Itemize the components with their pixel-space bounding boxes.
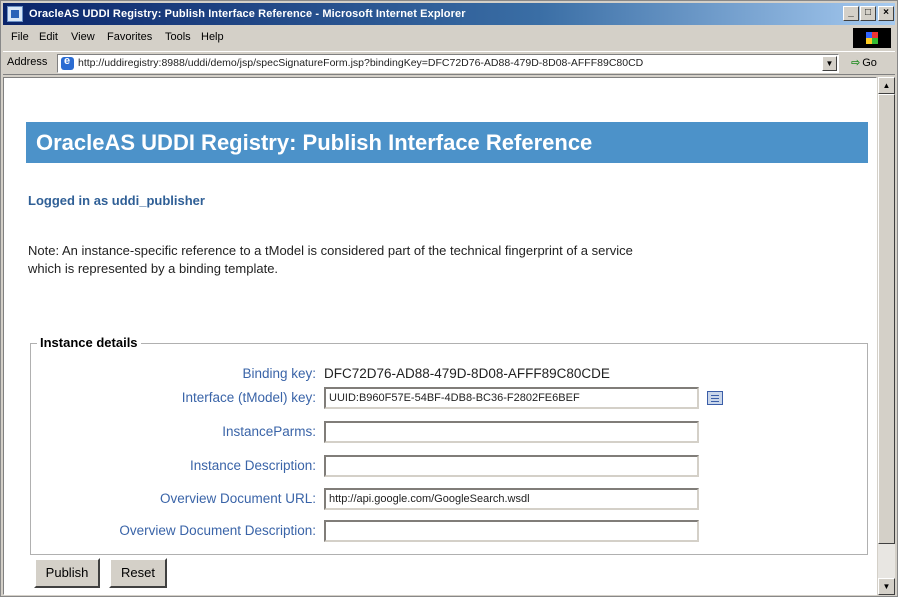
page-title: OracleAS UDDI Registry: Publish Interfac… (36, 130, 593, 155)
overview-description-row: Overview Document Description: (4, 519, 876, 543)
logged-in-status: Logged in as uddi_publisher (28, 193, 205, 208)
close-button[interactable]: × (878, 6, 894, 21)
maximize-button[interactable]: □ (860, 6, 876, 21)
page-icon (61, 55, 74, 70)
instance-description-row: Instance Description: (4, 454, 876, 478)
menu-tools[interactable]: Tools (165, 31, 191, 43)
interface-key-field[interactable] (324, 387, 699, 409)
scroll-up-icon[interactable]: ▲ (878, 77, 895, 94)
note-text: Note: An instance-specific reference to … (28, 243, 633, 276)
binding-key-row: Binding key: DFC72D76-AD88-479D-8D08-AFF… (4, 362, 876, 386)
minimize-button[interactable]: _ (843, 6, 859, 21)
menu-file[interactable]: File (11, 31, 29, 43)
page-header: OracleAS UDDI Registry: Publish Interfac… (26, 122, 868, 163)
instance-parms-row: InstanceParms: (4, 420, 876, 444)
instance-description-label: Instance Description: (189, 458, 316, 473)
overview-url-field[interactable] (324, 488, 699, 510)
binding-key-value: DFC72D76-AD88-479D-8D08-AFFF89C80CDE (324, 366, 610, 381)
go-label: Go (862, 57, 877, 69)
lookup-icon[interactable] (707, 391, 723, 405)
title-bar: OracleAS UDDI Registry: Publish Interfac… (3, 3, 895, 25)
publish-button[interactable]: Publish (34, 558, 100, 588)
vertical-scrollbar[interactable]: ▲ ▼ (878, 77, 895, 595)
menu-bar: File Edit View Favorites Tools Help (3, 26, 895, 50)
overview-description-field[interactable] (324, 520, 699, 542)
overview-description-label: Overview Document Description: (119, 523, 316, 538)
address-bar: Address http://uddiregistry:8988/uddi/de… (3, 51, 895, 75)
go-button[interactable]: ⇨ Go (851, 56, 877, 69)
instance-parms-label: InstanceParms: (222, 424, 316, 439)
scrollbar-thumb[interactable] (878, 94, 895, 544)
binding-key-label: Binding key: (242, 366, 316, 381)
menu-view[interactable]: View (71, 31, 95, 43)
browser-window: OracleAS UDDI Registry: Publish Interfac… (0, 0, 898, 597)
instance-details-legend: Instance details (37, 335, 141, 350)
instance-parms-field[interactable] (324, 421, 699, 443)
overview-url-label: Overview Document URL: (159, 491, 316, 506)
reset-button[interactable]: Reset (109, 558, 167, 588)
address-input[interactable]: http://uddiregistry:8988/uddi/demo/jsp/s… (57, 54, 839, 73)
go-arrow-icon: ⇨ (851, 57, 861, 69)
interface-key-label: Interface (tModel) key: (181, 390, 316, 405)
page-viewport: OracleAS UDDI Registry: Publish Interfac… (3, 77, 877, 595)
menu-favorites[interactable]: Favorites (107, 31, 152, 43)
window-title: OracleAS UDDI Registry: Publish Interfac… (29, 8, 466, 20)
instance-description-field[interactable] (324, 455, 699, 477)
windows-logo-icon (853, 28, 891, 48)
scroll-down-icon[interactable]: ▼ (878, 578, 895, 595)
ie-icon (7, 6, 23, 22)
address-url[interactable]: http://uddiregistry:8988/uddi/demo/jsp/s… (78, 57, 820, 69)
menu-help[interactable]: Help (201, 31, 224, 43)
address-label: Address (7, 56, 48, 68)
menu-edit[interactable]: Edit (39, 31, 58, 43)
interface-key-row: Interface (tModel) key: (4, 386, 876, 410)
chevron-down-icon[interactable]: ▼ (822, 56, 837, 71)
overview-url-row: Overview Document URL: (4, 487, 876, 511)
